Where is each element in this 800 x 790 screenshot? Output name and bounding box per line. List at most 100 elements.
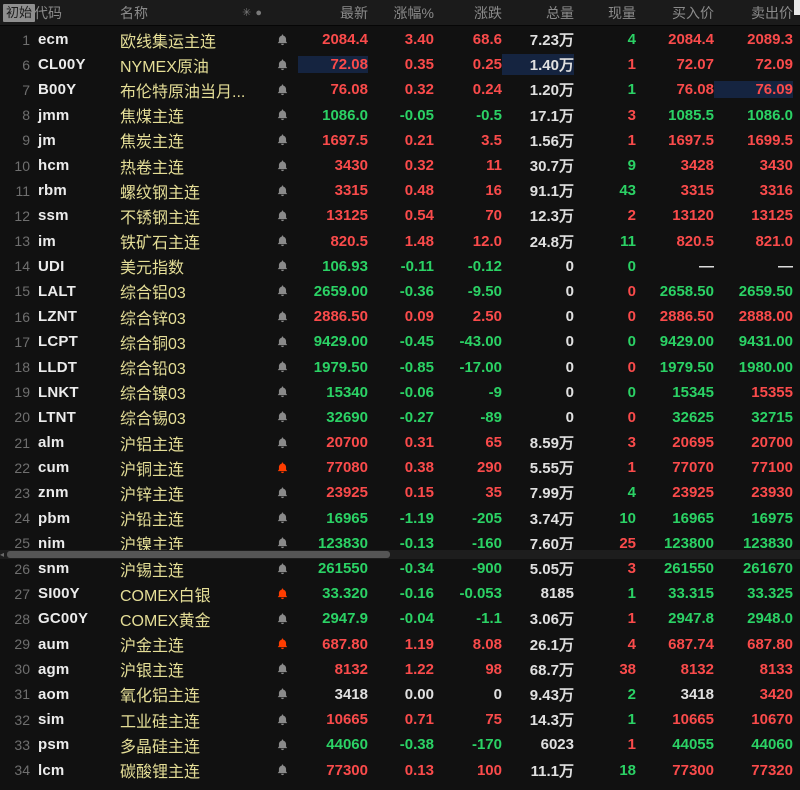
- table-row[interactable]: 8jmm焦煤主连1086.0-0.05-0.517.1万31085.51086.…: [0, 103, 800, 128]
- col-header-current-volume[interactable]: 现量: [574, 3, 636, 23]
- col-header-change[interactable]: 涨跌: [434, 3, 502, 23]
- total-volume: 8185: [502, 585, 574, 602]
- asterisk-icon[interactable]: ✳: [242, 6, 251, 19]
- table-row[interactable]: 29aum沪金主连687.801.198.0826.1万4687.74687.8…: [0, 632, 800, 657]
- row-number: 14: [0, 258, 30, 274]
- latest-price: 20700: [298, 434, 368, 451]
- table-header: 初始 代码 名称 ✳● 最新 涨幅% 涨跌 总量 现量 买入价 卖出价: [0, 0, 800, 26]
- col-header-code[interactable]: 代码: [30, 3, 116, 23]
- current-volume: 2: [574, 207, 636, 224]
- total-volume: 0: [502, 308, 574, 325]
- col-header-ask-price[interactable]: 卖出价: [714, 3, 793, 23]
- col-header-total-volume[interactable]: 总量: [502, 3, 574, 23]
- table-row[interactable]: 10hcm热卷主连34300.321130.7万934283430: [0, 153, 800, 178]
- alert-bell-button[interactable]: [266, 335, 298, 349]
- instrument-name: 热卷主连: [116, 154, 266, 178]
- table-row[interactable]: 28GC00YCOMEX黄金2947.9-0.04-1.13.06万12947.…: [0, 606, 800, 631]
- table-row[interactable]: 7B00Y布伦特原油当月...76.080.320.241.20万176.087…: [0, 77, 800, 102]
- table-row[interactable]: 11rbm螺纹钢主连33150.481691.1万4333153316: [0, 178, 800, 203]
- table-row[interactable]: 21alm沪铝主连207000.31658.59万32069520700: [0, 430, 800, 455]
- table-row[interactable]: 15LALT综合铝032659.00-0.36-9.50002658.50265…: [0, 279, 800, 304]
- table-row[interactable]: 17LCPT综合铜039429.00-0.45-43.00009429.0094…: [0, 329, 800, 354]
- instrument-code: im: [30, 233, 116, 250]
- alert-bell-button[interactable]: [266, 536, 298, 550]
- alert-bell-button[interactable]: [266, 562, 298, 576]
- alert-bell-button[interactable]: [266, 259, 298, 273]
- scroll-left-arrow-icon[interactable]: ◂: [0, 550, 6, 559]
- price-change: 35: [434, 484, 502, 501]
- alert-bell-button[interactable]: [266, 133, 298, 147]
- horizontal-scrollbar[interactable]: ◂: [0, 550, 800, 559]
- col-header-pct-change[interactable]: 涨幅%: [368, 3, 434, 23]
- table-row[interactable]: 30agm沪银主连81321.229868.7万3881328133: [0, 657, 800, 682]
- alert-bell-icon: [276, 259, 289, 273]
- current-volume: 43: [574, 182, 636, 199]
- col-header-latest[interactable]: 最新: [298, 3, 368, 23]
- table-row[interactable]: 16LZNT综合锌032886.500.092.50002886.502888.…: [0, 304, 800, 329]
- alert-bell-button[interactable]: [266, 436, 298, 450]
- alert-bell-button[interactable]: [266, 637, 298, 651]
- table-row[interactable]: 31aom氧化铝主连34180.0009.43万234183420: [0, 682, 800, 707]
- alert-bell-button[interactable]: [266, 385, 298, 399]
- alert-bell-button[interactable]: [266, 511, 298, 525]
- alert-bell-button[interactable]: [266, 713, 298, 727]
- alert-bell-button[interactable]: [266, 184, 298, 198]
- pct-change: 0.35: [368, 56, 434, 73]
- alert-bell-button[interactable]: [266, 587, 298, 601]
- instrument-name: COMEX白银: [116, 582, 266, 606]
- alert-bell-button[interactable]: [266, 612, 298, 626]
- alert-bell-button[interactable]: [266, 738, 298, 752]
- table-row[interactable]: 14UDI美元指数106.93-0.11-0.1200——: [0, 254, 800, 279]
- alert-bell-button[interactable]: [266, 410, 298, 424]
- alert-bell-button[interactable]: [266, 310, 298, 324]
- total-volume: 14.3万: [502, 709, 574, 730]
- horizontal-scrollbar-thumb[interactable]: [7, 551, 390, 558]
- table-row[interactable]: 19LNKT综合镍0315340-0.06-9001534515355: [0, 380, 800, 405]
- col-header-name[interactable]: 名称 ✳●: [116, 3, 266, 23]
- bid-price: 1979.50: [636, 359, 714, 376]
- alert-bell-button[interactable]: [266, 486, 298, 500]
- alert-bell-button[interactable]: [266, 159, 298, 173]
- alert-bell-button[interactable]: [266, 662, 298, 676]
- table-row[interactable]: 27SI00YCOMEX白银33.320-0.16-0.0538185133.3…: [0, 581, 800, 606]
- table-row[interactable]: 1ecm欧线集运主连2084.43.4068.67.23万42084.42089…: [0, 27, 800, 52]
- alert-bell-button[interactable]: [266, 763, 298, 777]
- alert-bell-button[interactable]: [266, 360, 298, 374]
- col-header-bid-price[interactable]: 买入价: [636, 3, 714, 23]
- table-row[interactable]: 18LLDT综合铅031979.50-0.85-17.00001979.5019…: [0, 354, 800, 379]
- table-row[interactable]: 13im铁矿石主连820.51.4812.024.8万11820.5821.0: [0, 229, 800, 254]
- alert-bell-button[interactable]: [266, 58, 298, 72]
- alert-bell-button[interactable]: [266, 234, 298, 248]
- instrument-name: 沪铜主连: [116, 456, 266, 480]
- alert-bell-button[interactable]: [266, 108, 298, 122]
- table-row[interactable]: 32sim工业硅主连106650.717514.3万11066510670: [0, 707, 800, 732]
- alert-bell-button[interactable]: [266, 687, 298, 701]
- alert-bell-button[interactable]: [266, 461, 298, 475]
- alert-bell-button[interactable]: [266, 209, 298, 223]
- bid-price: 261550: [636, 560, 714, 577]
- latest-price: 106.93: [298, 258, 368, 275]
- alert-bell-button[interactable]: [266, 83, 298, 97]
- row-number: 7: [0, 82, 30, 98]
- table-row[interactable]: 12ssm不锈钢主连131250.547012.3万21312013125: [0, 203, 800, 228]
- table-row[interactable]: 24pbm沪铅主连16965-1.19-2053.74万101696516975: [0, 506, 800, 531]
- dot-icon[interactable]: ●: [255, 7, 262, 19]
- bid-price: 3315: [636, 182, 714, 199]
- table-row[interactable]: 9jm焦炭主连1697.50.213.51.56万11697.51699.5: [0, 128, 800, 153]
- table-row[interactable]: 26snm沪锡主连261550-0.34-9005.05万32615502616…: [0, 556, 800, 581]
- table-row[interactable]: 20LTNT综合锡0332690-0.27-89003262532715: [0, 405, 800, 430]
- alert-bell-icon: [276, 612, 289, 626]
- alert-bell-button[interactable]: [266, 33, 298, 47]
- table-row[interactable]: 6CL00YNYMEX原油72.080.350.251.40万172.0772.…: [0, 52, 800, 77]
- ask-price: 76.09: [714, 81, 793, 98]
- table-row[interactable]: 22cum沪铜主连770800.382905.55万17707077100: [0, 455, 800, 480]
- table-row[interactable]: 34lcm碳酸锂主连773000.1310011.1万187730077320: [0, 757, 800, 782]
- table-row[interactable]: 23znm沪锌主连239250.15357.99万42392523930: [0, 480, 800, 505]
- latest-price: 44060: [298, 736, 368, 753]
- alert-bell-button[interactable]: [266, 284, 298, 298]
- table-row[interactable]: 33psm多晶硅主连44060-0.38-170602314405544060: [0, 732, 800, 757]
- instrument-name: 沪金主连: [116, 632, 266, 656]
- ask-price: 16975: [714, 510, 793, 527]
- bid-price: 820.5: [636, 233, 714, 250]
- row-number: 34: [0, 762, 30, 778]
